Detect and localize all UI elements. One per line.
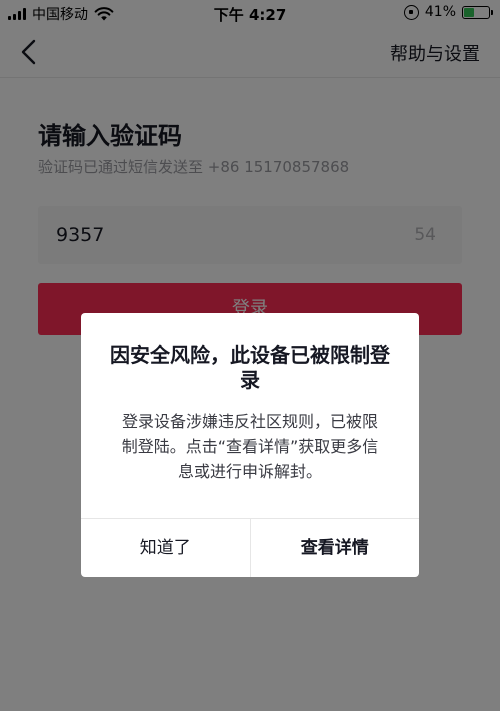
dialog-title: 因安全风险，此设备已被限制登录 bbox=[110, 343, 390, 392]
got-it-button[interactable]: 知道了 bbox=[81, 519, 251, 577]
dialog-actions: 知道了 查看详情 bbox=[81, 518, 419, 577]
security-restriction-dialog: 因安全风险，此设备已被限制登录 登录设备涉嫌违反社区规则，已被限制登陆。点击“查… bbox=[81, 313, 419, 577]
view-details-button[interactable]: 查看详情 bbox=[251, 519, 420, 577]
login-verify-screen: 中国移动 下午 4:27 41% 帮助与设置 请输入验证码 验证码已通过短信发送… bbox=[0, 0, 500, 711]
dialog-message: 登录设备涉嫌违反社区规则，已被限制登陆。点击“查看详情”获取更多信息或进行申诉解… bbox=[121, 412, 379, 481]
